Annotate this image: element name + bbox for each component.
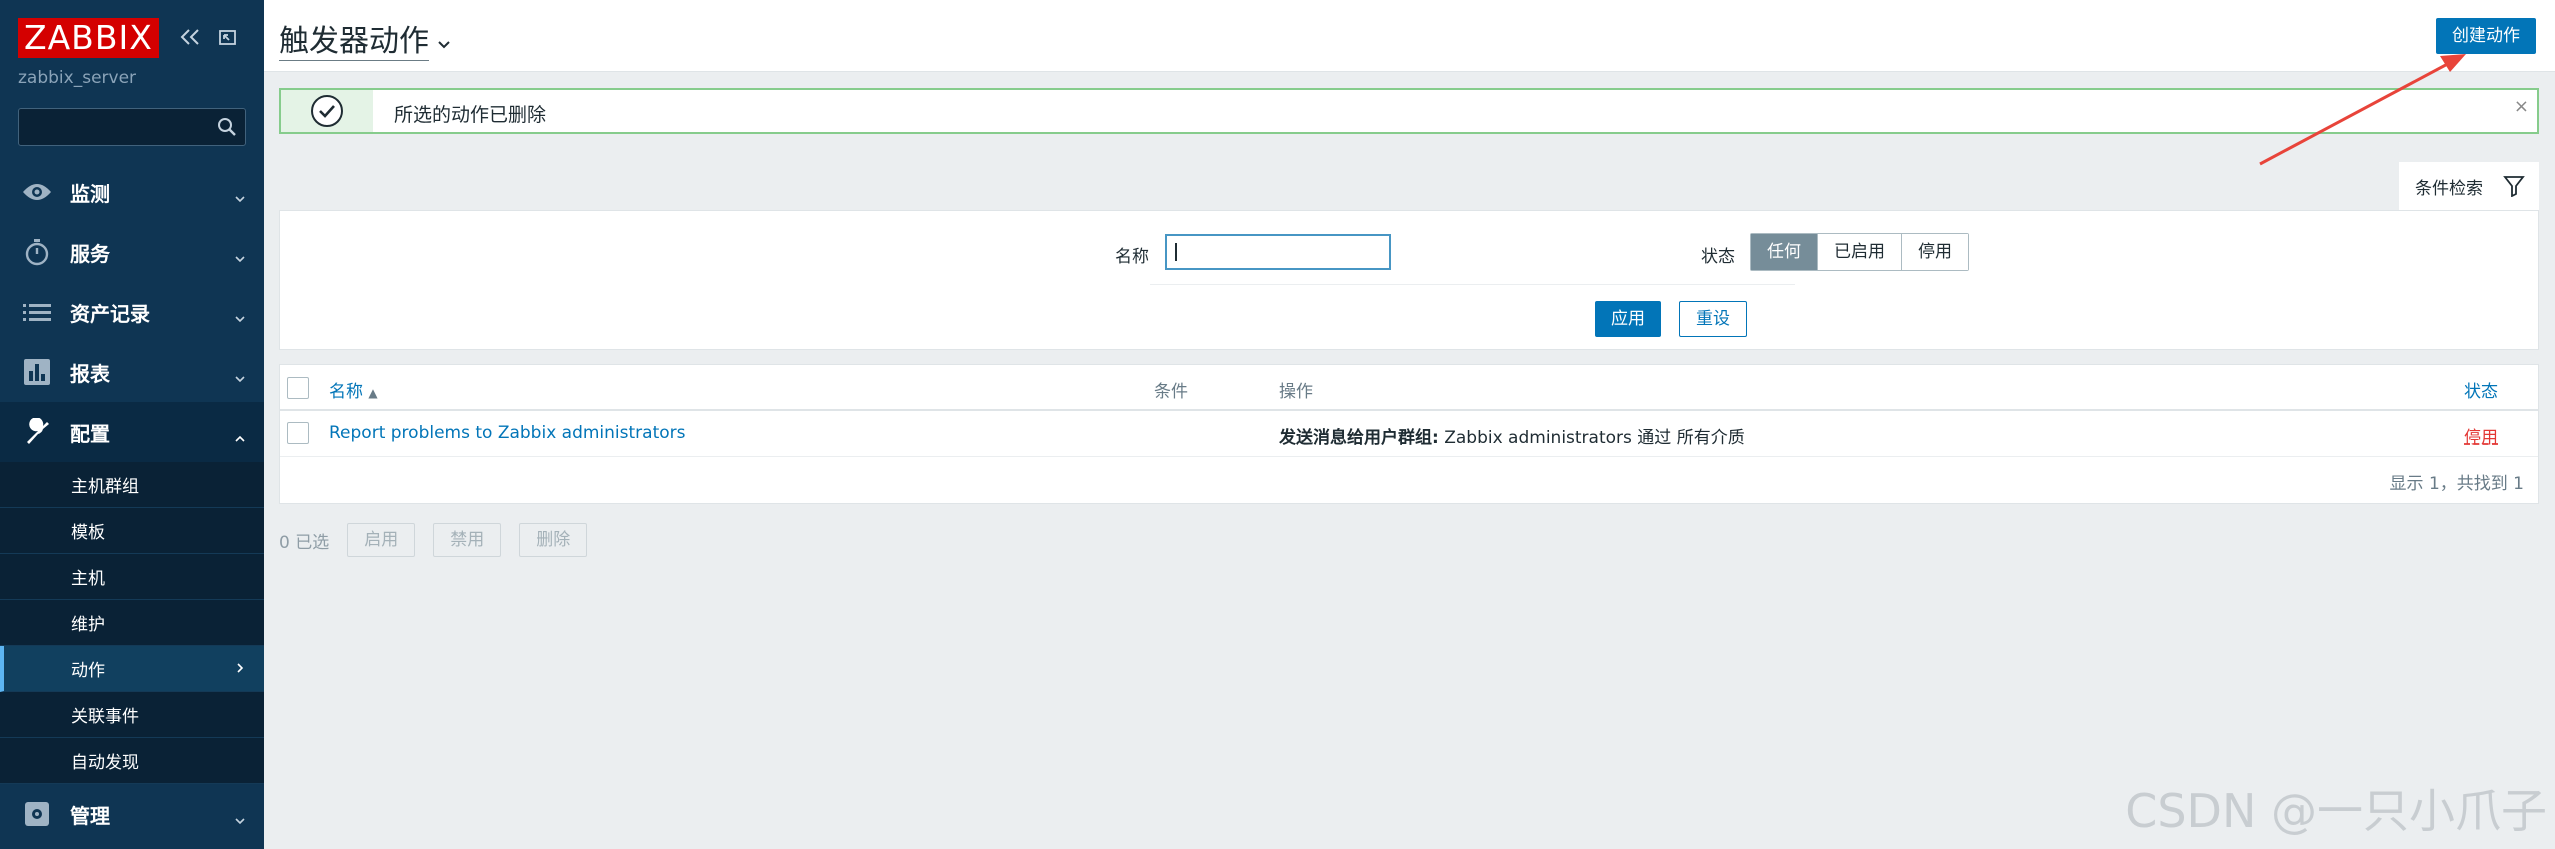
menu-item-monitoring[interactable]: 监测: [0, 162, 264, 222]
submenu-item-actions[interactable]: 动作: [0, 646, 264, 692]
menu-item-reports[interactable]: 报表: [0, 342, 264, 402]
menu-label: 配置: [70, 421, 110, 446]
submenu-item-event-correlation[interactable]: 关联事件: [0, 692, 264, 738]
menu-label: 管理: [70, 803, 110, 828]
operation-detail: Zabbix administrators 通过 所有介质: [1438, 428, 1745, 448]
status-option-disabled[interactable]: 停用: [1901, 234, 1968, 270]
submenu-item-maintenance[interactable]: 维护: [0, 600, 264, 646]
main-content: 触发器动作 创建动作 所选的动作已删除 × 条件检索 名称 状态 任何 已启用 …: [264, 0, 2555, 849]
submenu-item-host-groups[interactable]: 主机群组: [0, 462, 264, 508]
select-all-checkbox[interactable]: [287, 377, 309, 399]
chevron-down-icon: [234, 184, 246, 208]
filter-tab[interactable]: 条件检索: [2399, 162, 2539, 210]
operation-type: 发送消息给用户群组:: [1279, 428, 1439, 448]
menu-label: 监测: [70, 181, 110, 206]
sidebar: ZABBIX zabbix_server 监测 服务 资产记录 报表 配置 主机…: [0, 0, 264, 849]
chevron-down-icon: [234, 304, 246, 328]
apply-button[interactable]: 应用: [1595, 301, 1661, 337]
filter-divider: [1150, 284, 1795, 285]
text-cursor: [1175, 243, 1177, 261]
filter-status-label: 状态: [1701, 247, 1735, 267]
sidebar-search-input[interactable]: [18, 108, 246, 146]
column-header-conditions: 条件: [1154, 382, 1188, 402]
chevron-down-icon: [437, 23, 451, 58]
page-title-dropdown[interactable]: 触发器动作: [279, 16, 451, 61]
submenu-item-templates[interactable]: 模板: [0, 508, 264, 554]
success-check-icon: [281, 90, 373, 132]
menu-item-configuration[interactable]: 配置: [0, 402, 264, 462]
page-title: 触发器动作: [279, 16, 429, 61]
filter-panel: 名称 状态 任何 已启用 停用 应用 重设: [279, 210, 2539, 350]
column-header-name[interactable]: 名称 ▲: [329, 377, 378, 402]
menu-item-administration[interactable]: 管理: [0, 784, 264, 844]
menu-label: 服务: [70, 241, 110, 266]
server-name: zabbix_server: [18, 68, 137, 88]
table-summary: 显示 1，共找到 1: [2389, 474, 2524, 494]
menu-item-inventory[interactable]: 资产记录: [0, 282, 264, 342]
watermark: CSDN @一只小爪子: [2125, 784, 2547, 838]
bulk-actions: 0 已选 启用 禁用 删除: [279, 522, 588, 558]
filter-name-input[interactable]: [1165, 234, 1391, 270]
column-header-status[interactable]: 状态: [2464, 377, 2498, 402]
submenu-label: 动作: [71, 661, 105, 681]
submenu-item-discovery[interactable]: 自动发现: [0, 738, 264, 784]
bulk-enable-button[interactable]: 启用: [347, 523, 416, 557]
chevron-down-icon: [234, 364, 246, 388]
bulk-delete-button[interactable]: 删除: [519, 523, 588, 557]
eye-icon: [22, 177, 52, 207]
filter-icon: [2503, 175, 2525, 202]
chevron-down-icon: [234, 806, 246, 830]
configuration-submenu: 主机群组 模板 主机 维护 动作 关联事件 自动发现: [0, 462, 264, 784]
row-checkbox[interactable]: [287, 422, 309, 444]
action-operations: 发送消息给用户群组: Zabbix administrators 通过 所有介质: [1279, 423, 1745, 448]
main-menu: 监测 服务 资产记录 报表 配置 主机群组 模板 主机 维护 动作 关联事件 自…: [0, 162, 264, 844]
status-radio-group: 任何 已启用 停用: [1750, 233, 1969, 271]
close-icon[interactable]: ×: [2514, 96, 2529, 117]
action-name-link[interactable]: Report problems to Zabbix administrators: [329, 423, 686, 443]
kiosk-mode-icon[interactable]: [215, 22, 241, 52]
reset-button[interactable]: 重设: [1679, 301, 1747, 337]
list-icon: [22, 297, 52, 327]
stopwatch-icon: [22, 237, 52, 267]
collapse-sidebar-icon[interactable]: [177, 22, 203, 52]
menu-item-services[interactable]: 服务: [0, 222, 264, 282]
logo-row: ZABBIX: [18, 18, 159, 58]
filter-name-label: 名称: [1115, 247, 1149, 267]
create-action-button[interactable]: 创建动作: [2436, 18, 2536, 54]
chevron-down-icon: [234, 244, 246, 268]
search-icon[interactable]: [217, 117, 237, 141]
success-message-text: 所选的动作已删除: [394, 104, 547, 126]
menu-label: 资产记录: [70, 301, 150, 326]
actions-table: 名称 ▲ 条件 操作 状态 Report problems to Zabbix …: [279, 364, 2539, 504]
sort-ascending-icon: ▲: [368, 386, 378, 400]
zabbix-logo[interactable]: ZABBIX: [18, 18, 159, 58]
bulk-disable-button[interactable]: 禁用: [433, 523, 502, 557]
action-status-toggle[interactable]: 停用: [2464, 423, 2498, 448]
status-option-enabled[interactable]: 已启用: [1817, 234, 1901, 270]
table-header-row: 名称 ▲ 条件 操作 状态: [280, 365, 2538, 411]
gear-icon: [22, 799, 52, 829]
column-header-operations: 操作: [1279, 382, 1313, 402]
page-header: 触发器动作 创建动作: [264, 0, 2555, 72]
chevron-up-icon: [234, 424, 246, 448]
bar-chart-icon: [22, 357, 52, 387]
filter-tab-label: 条件检索: [2415, 178, 2483, 199]
submenu-item-hosts[interactable]: 主机: [0, 554, 264, 600]
selected-count: 0 已选: [279, 532, 330, 553]
menu-label: 报表: [70, 361, 110, 386]
status-option-any[interactable]: 任何: [1751, 234, 1817, 270]
wrench-icon: [22, 417, 52, 447]
chevron-right-icon: [236, 660, 244, 680]
success-message: 所选的动作已删除 ×: [279, 88, 2539, 134]
table-row: Report problems to Zabbix administrators…: [280, 411, 2538, 457]
